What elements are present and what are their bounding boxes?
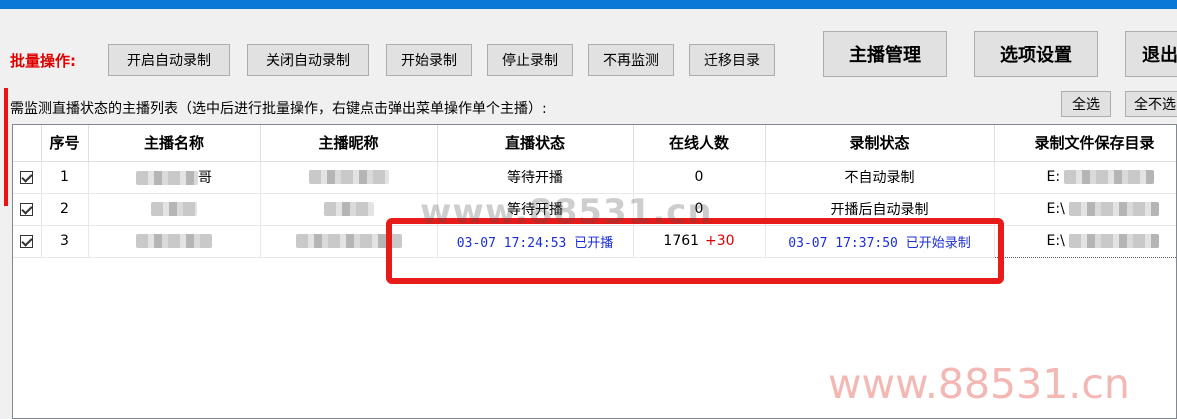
row-index: 2 — [41, 193, 89, 226]
stop-monitor-button[interactable]: 不再监测 — [588, 44, 674, 76]
row-record-status: 不自动录制 — [765, 161, 995, 194]
table-row[interactable]: 1 哥 等待开播 0 不自动录制 E: — [13, 161, 1176, 194]
batch-operations-label: 批量操作: — [10, 52, 76, 70]
exit-button[interactable]: 退出 — [1125, 31, 1177, 77]
stop-record-button[interactable]: 停止录制 — [487, 44, 573, 76]
select-all-button[interactable]: 全选 — [1061, 91, 1111, 117]
start-record-button[interactable]: 开始录制 — [386, 44, 472, 76]
blurred-streamer-name — [151, 202, 197, 216]
row-save-directory: E:\ — [1046, 233, 1065, 249]
options-settings-button[interactable]: 选项设置 — [974, 31, 1098, 77]
left-highlight-mark — [0, 88, 8, 206]
row-name-tail: 哥 — [198, 170, 212, 186]
header-streamer-name[interactable]: 主播名称 — [88, 125, 261, 162]
row-checkbox[interactable] — [20, 202, 34, 216]
row-checkbox[interactable] — [20, 170, 34, 184]
blurred-streamer-name — [136, 234, 212, 248]
blurred-streamer-nickname — [308, 170, 389, 184]
header-save-directory[interactable]: 录制文件保存目录 — [994, 125, 1176, 162]
row-online-count: 0 — [633, 161, 766, 194]
blurred-save-path — [1068, 202, 1159, 216]
row-index: 1 — [41, 161, 89, 194]
watermark-middle: www.88531.cn — [420, 192, 713, 232]
disable-auto-record-button[interactable]: 关闭自动录制 — [247, 44, 369, 76]
migrate-directory-button[interactable]: 迁移目录 — [689, 44, 775, 76]
row-index: 3 — [41, 225, 89, 258]
header-live-status[interactable]: 直播状态 — [437, 125, 634, 162]
window-title-bar — [0, 0, 1177, 9]
streamer-management-button[interactable]: 主播管理 — [823, 31, 947, 77]
streamer-list-description: 需监测直播状态的主播列表（选中后进行批量操作，右键点击弹出菜单操作单个主播）: — [10, 101, 547, 117]
header-streamer-nickname[interactable]: 主播昵称 — [260, 125, 438, 162]
blurred-streamer-name — [136, 171, 198, 185]
row-save-directory: E:\ — [1046, 201, 1065, 217]
blurred-save-path — [1064, 170, 1155, 184]
blurred-save-path — [1068, 234, 1159, 248]
header-checkbox — [13, 125, 42, 162]
header-index[interactable]: 序号 — [41, 125, 89, 162]
row-save-directory: E: — [1046, 169, 1061, 185]
row-checkbox[interactable] — [20, 234, 34, 248]
table-header-row: 序号 主播名称 主播昵称 直播状态 在线人数 录制状态 录制文件保存目录 — [13, 125, 1176, 162]
blurred-streamer-nickname — [323, 202, 374, 216]
header-record-status[interactable]: 录制状态 — [765, 125, 995, 162]
header-online-count[interactable]: 在线人数 — [633, 125, 766, 162]
watermark-bottom: www.88531.cn — [828, 360, 1130, 408]
select-none-button[interactable]: 全不选 — [1125, 91, 1177, 117]
enable-auto-record-button[interactable]: 开启自动录制 — [108, 44, 230, 76]
row-live-status: 等待开播 — [437, 161, 634, 194]
